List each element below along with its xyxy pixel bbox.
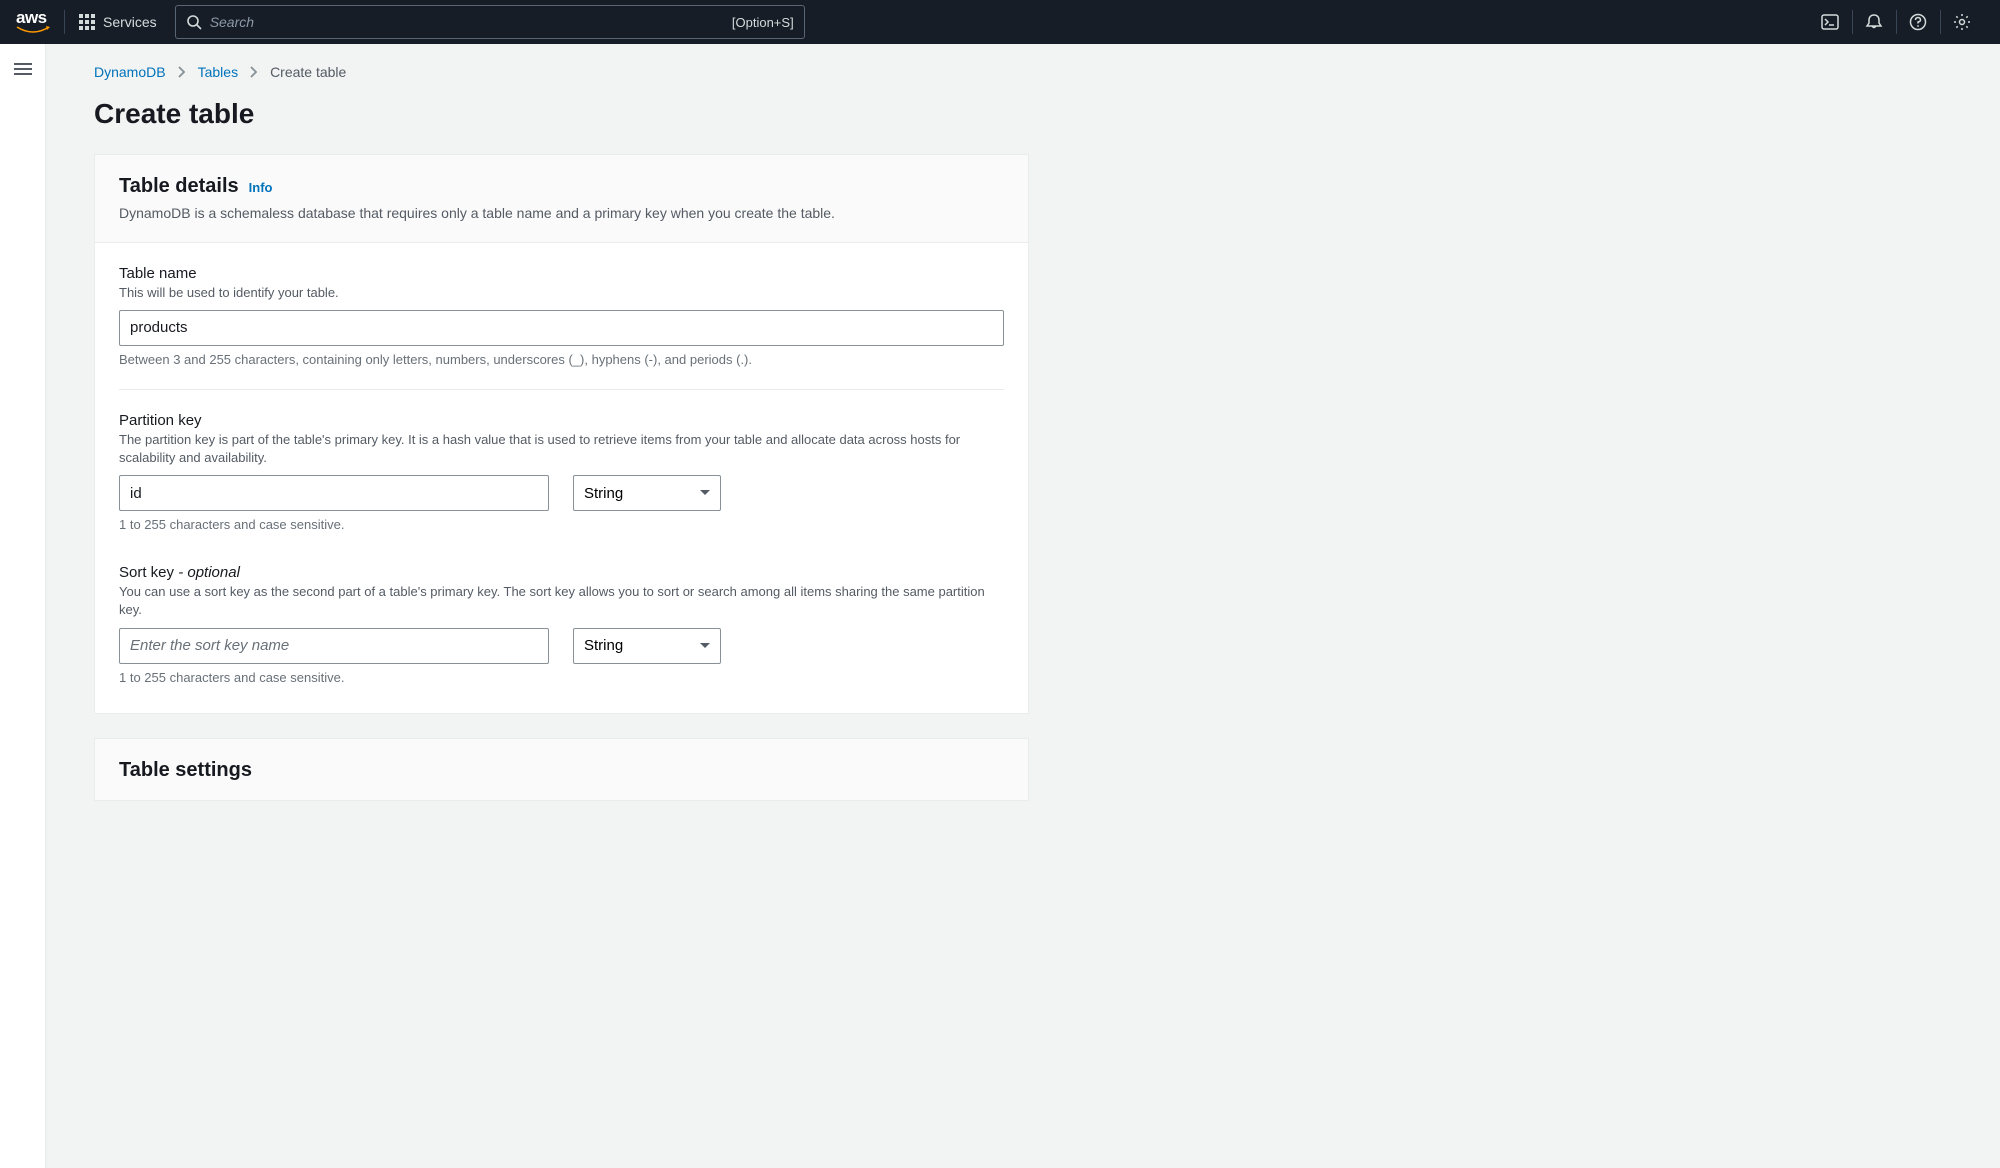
breadcrumb-dynamodb[interactable]: DynamoDB: [94, 64, 166, 80]
search-icon: [186, 14, 202, 30]
search-shortcut: [Option+S]: [732, 15, 794, 30]
field-sublabel: You can use a sort key as the second par…: [119, 583, 1004, 619]
chevron-right-icon: [250, 66, 258, 78]
field-hint: Between 3 and 255 characters, containing…: [119, 352, 1004, 367]
partition-key-type-select[interactable]: String: [573, 475, 721, 511]
optional-label: - optional: [178, 564, 240, 581]
field-hint: 1 to 255 characters and case sensitive.: [119, 517, 1004, 532]
field-label: Partition key: [119, 412, 1004, 429]
field-sublabel: This will be used to identify your table…: [119, 284, 1004, 302]
breadcrumb: DynamoDB Tables Create table: [94, 64, 1406, 80]
grid-icon: [79, 14, 95, 30]
info-link[interactable]: Info: [249, 180, 273, 195]
page-content: DynamoDB Tables Create table Create tabl…: [46, 44, 1446, 865]
partition-key-type-select-wrap: String: [573, 475, 721, 511]
notifications-button[interactable]: [1852, 0, 1896, 44]
table-details-panel: Table details Info DynamoDB is a schemal…: [94, 154, 1029, 714]
side-panel-toggle: [0, 44, 46, 1168]
field-label: Table name: [119, 265, 1004, 282]
sort-key-type-select-wrap: String: [573, 628, 721, 664]
nav-icons: [1808, 0, 1984, 44]
settings-button[interactable]: [1940, 0, 1984, 44]
cloudshell-button[interactable]: [1808, 0, 1852, 44]
services-button[interactable]: Services: [79, 14, 157, 30]
panel-header: Table settings: [95, 739, 1028, 800]
help-button[interactable]: [1896, 0, 1940, 44]
panel-title: Table settings: [119, 759, 252, 782]
aws-logo[interactable]: aws: [16, 8, 50, 36]
breadcrumb-tables[interactable]: Tables: [198, 64, 238, 80]
nav-divider: [64, 10, 65, 34]
field-hint: 1 to 255 characters and case sensitive.: [119, 670, 1004, 685]
field-sort-key: Sort key - optional You can use a sort k…: [119, 564, 1004, 684]
top-nav: aws Services [Option+S]: [0, 0, 2000, 44]
breadcrumb-current: Create table: [270, 64, 346, 80]
gear-icon: [1953, 13, 1971, 31]
table-name-input[interactable]: [119, 310, 1004, 346]
cloudshell-icon: [1821, 13, 1839, 31]
divider: [119, 389, 1004, 390]
search-input[interactable]: [210, 14, 724, 30]
aws-smile-icon: [16, 26, 50, 36]
panel-description: DynamoDB is a schemaless database that r…: [119, 204, 1004, 224]
field-label: Sort key - optional: [119, 564, 1004, 581]
panel-header: Table details Info DynamoDB is a schemal…: [95, 155, 1028, 243]
bell-icon: [1865, 13, 1883, 31]
table-settings-panel: Table settings: [94, 738, 1029, 801]
page-title: Create table: [94, 98, 1406, 130]
sort-key-type-select[interactable]: String: [573, 628, 721, 664]
partition-key-input[interactable]: [119, 475, 549, 511]
sort-key-input[interactable]: [119, 628, 549, 664]
field-table-name: Table name This will be used to identify…: [119, 265, 1004, 367]
panel-body: Table name This will be used to identify…: [95, 243, 1028, 713]
field-partition-key: Partition key The partition key is part …: [119, 412, 1004, 532]
chevron-right-icon: [178, 66, 186, 78]
panel-title: Table details: [119, 175, 239, 198]
search-box[interactable]: [Option+S]: [175, 5, 805, 39]
field-sublabel: The partition key is part of the table's…: [119, 431, 1004, 467]
help-icon: [1909, 13, 1927, 31]
hamburger-button[interactable]: [14, 60, 32, 78]
services-label: Services: [103, 14, 157, 30]
